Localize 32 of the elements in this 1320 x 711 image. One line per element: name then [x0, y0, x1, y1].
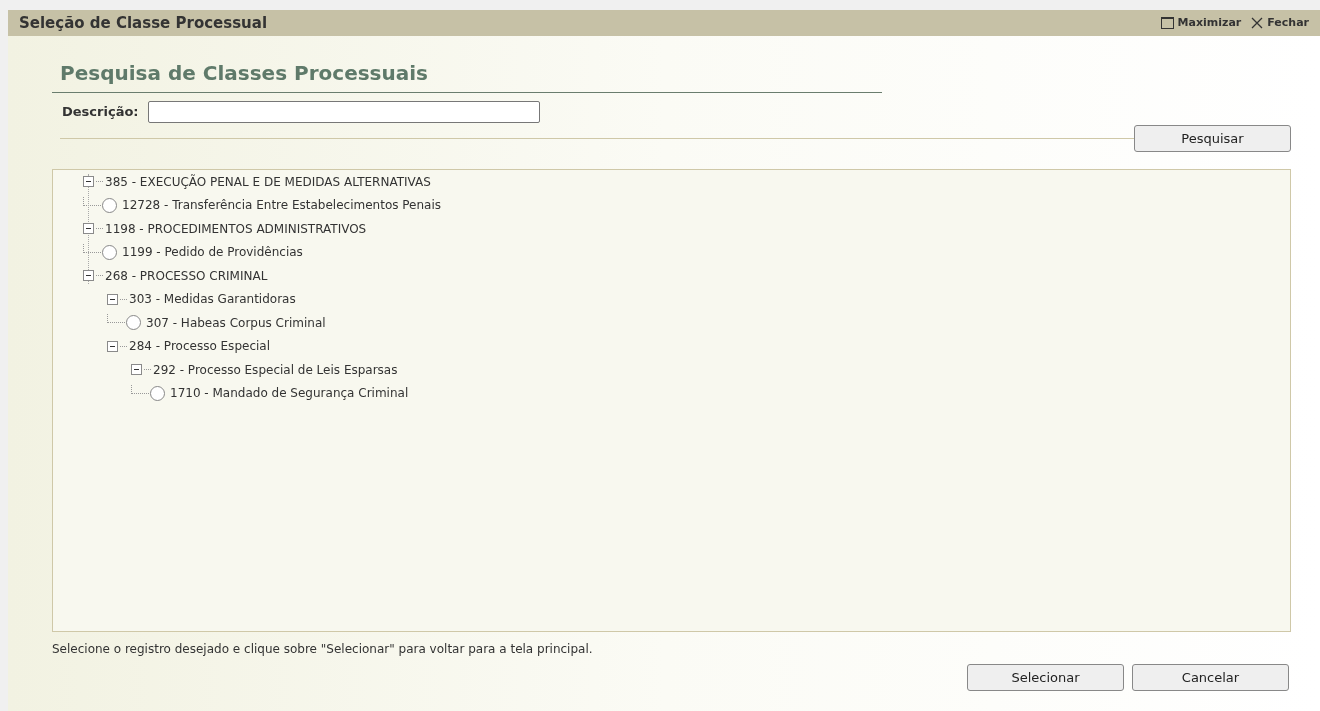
tree-node-label[interactable]: 268 - PROCESSO CRIMINAL	[105, 266, 268, 285]
tree-node-label[interactable]: 1710 - Mandado de Segurança Criminal	[170, 384, 409, 403]
collapse-icon[interactable]	[83, 270, 94, 282]
collapse-icon[interactable]	[83, 176, 94, 188]
tree-node-label[interactable]: 292 - Processo Especial de Leis Esparsas	[153, 360, 398, 379]
search-button[interactable]: Pesquisar	[1134, 125, 1291, 152]
collapse-icon[interactable]	[107, 293, 118, 305]
cancel-button[interactable]: Cancelar	[1132, 664, 1289, 691]
description-label: Descrição:	[62, 103, 139, 122]
maximize-button[interactable]: Maximizar	[1160, 14, 1242, 32]
instruction-text: Selecione o registro desejado e clique sobre "Selecionar" para voltar para a tela principal.	[52, 641, 594, 658]
tree-node-label[interactable]: 1199 - Pedido de Providências	[122, 243, 303, 262]
description-field[interactable]	[147, 101, 540, 123]
tree-node-label[interactable]: 284 - Processo Especial	[129, 337, 270, 356]
radio-button[interactable]	[102, 244, 117, 260]
close-icon	[1251, 17, 1264, 29]
tree-node-label[interactable]: 385 - EXECUÇÃO PENAL E DE MEDIDAS ALTERNATIVAS	[105, 172, 431, 191]
page-heading: Pesquisa de Classes Processuais	[60, 61, 428, 85]
tree-node-label[interactable]: 12728 - Transferência Entre Estabelecimentos Penais	[122, 196, 442, 215]
maximize-icon	[1160, 17, 1174, 29]
collapse-icon[interactable]	[131, 364, 142, 376]
collapse-icon[interactable]	[83, 223, 94, 235]
collapse-icon[interactable]	[107, 340, 118, 352]
tree-node-label[interactable]: 1198 - PROCEDIMENTOS ADMINISTRATIVOS	[105, 219, 367, 238]
radio-button[interactable]	[126, 315, 141, 331]
tree-node-label[interactable]: 303 - Medidas Garantidoras	[129, 290, 296, 309]
radio-button[interactable]	[150, 385, 165, 401]
tree-node-label[interactable]: 307 - Habeas Corpus Criminal	[146, 313, 326, 332]
select-button[interactable]: Selecionar	[967, 664, 1124, 691]
radio-button[interactable]	[102, 197, 117, 213]
window-title: Seleção de Classe Processual	[19, 12, 268, 34]
close-button[interactable]: Fechar	[1251, 14, 1309, 32]
